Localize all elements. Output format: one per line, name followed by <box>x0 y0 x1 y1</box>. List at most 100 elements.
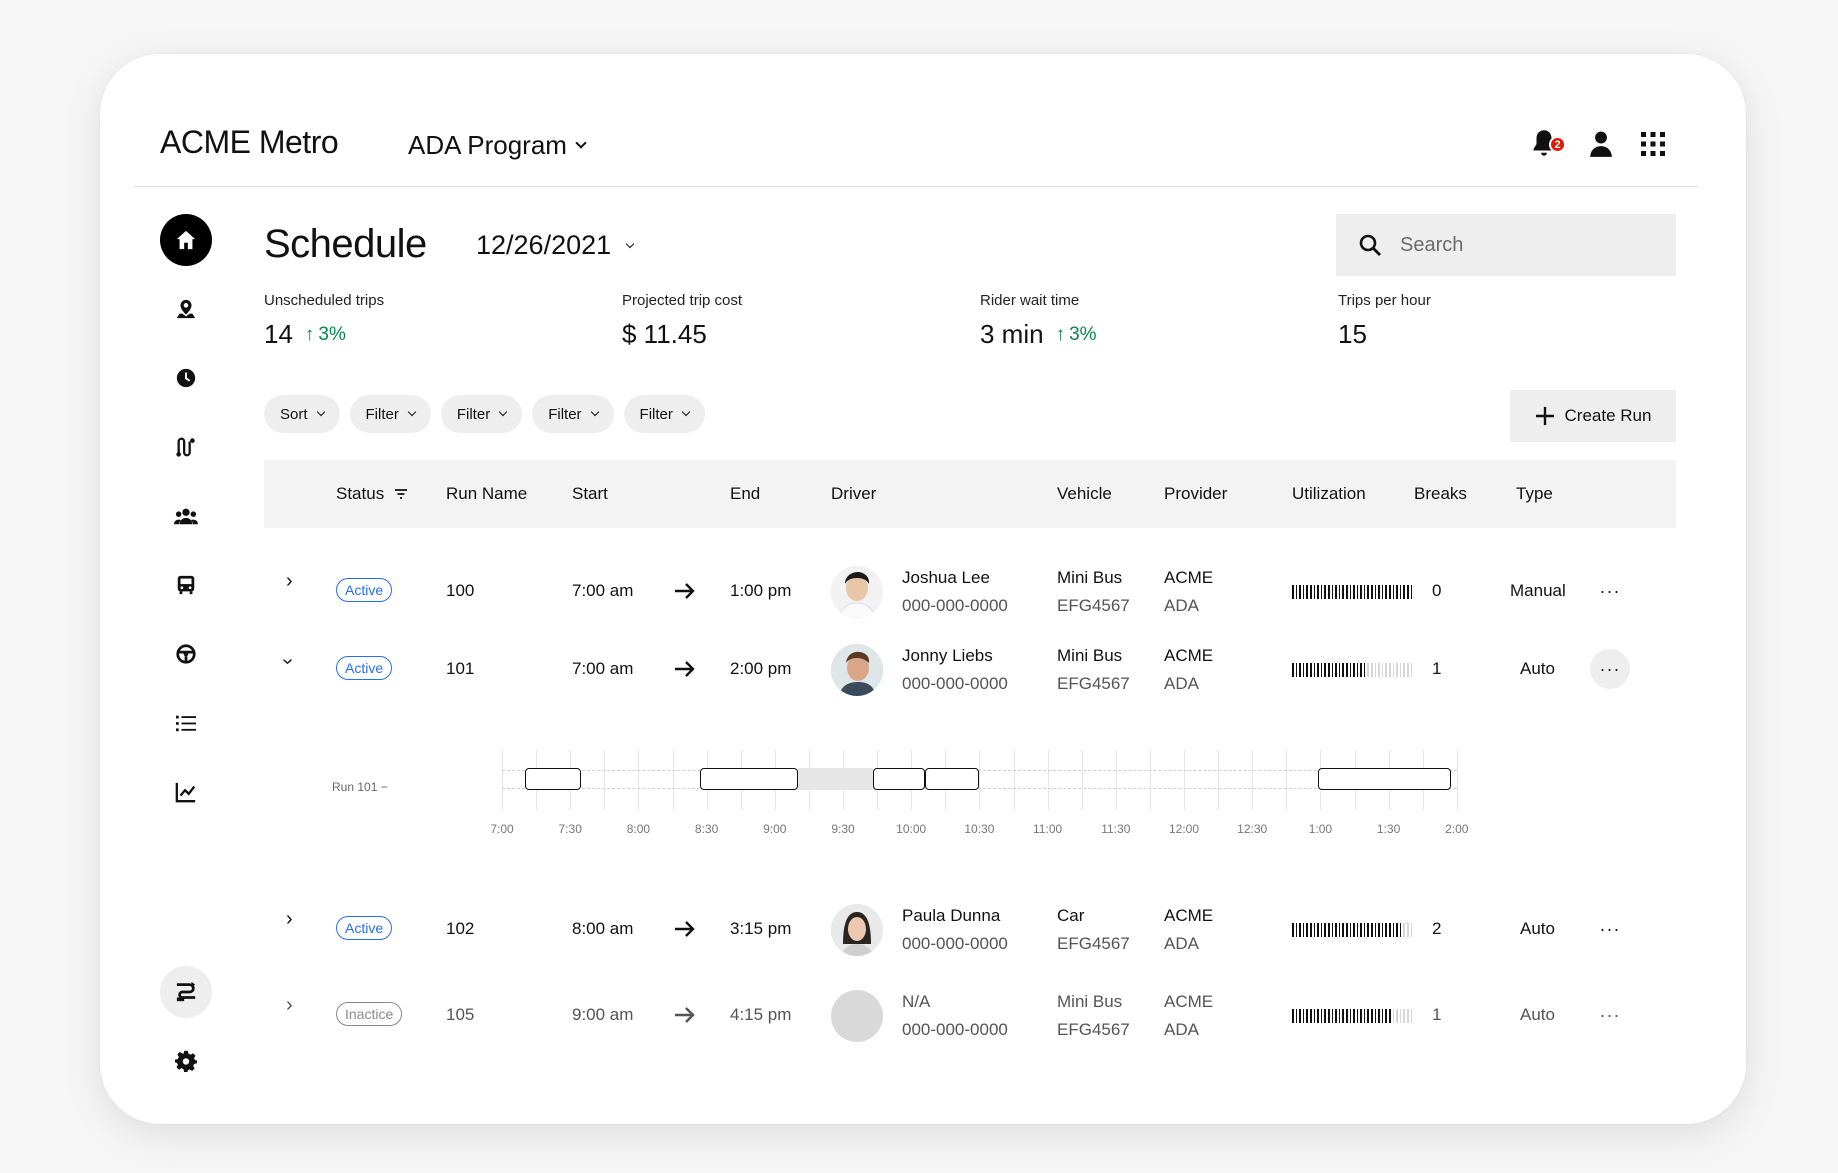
sidebar-item-riders[interactable] <box>160 490 212 542</box>
column-header-provider[interactable]: Provider <box>1164 484 1227 504</box>
search-box[interactable] <box>1336 214 1676 276</box>
column-header-driver[interactable]: Driver <box>831 484 876 504</box>
more-options-icon[interactable]: ··· <box>1590 909 1630 949</box>
sidebar-item-routes[interactable] <box>160 421 212 473</box>
sidebar-item-vehicles[interactable] <box>160 559 212 611</box>
stat-delta-value: 3% <box>1069 323 1097 345</box>
table-row[interactable]: › Active 102 8:00 am 3:15 pm Paula Dunna… <box>264 894 1676 966</box>
utilization-tick <box>1292 663 1294 677</box>
utilization-tick <box>1356 923 1359 937</box>
date-picker[interactable]: 12/26/2021 <box>476 230 635 261</box>
more-options-icon[interactable]: ··· <box>1590 995 1630 1035</box>
utilization-tick <box>1327 663 1330 677</box>
app-grid-icon[interactable] <box>1640 131 1666 157</box>
sidebar-item-clock[interactable] <box>160 352 212 404</box>
search-icon <box>1359 234 1381 256</box>
timeline-trip-block[interactable] <box>1317 768 1452 790</box>
table-row[interactable]: › Active 100 7:00 am 1:00 pm Joshua Lee … <box>264 556 1676 628</box>
chevron-right-icon[interactable]: › <box>286 908 293 931</box>
sidebar-item-map[interactable] <box>160 283 212 335</box>
stat-unscheduled-trips: Unscheduled trips 14 ↑ 3% <box>264 292 384 350</box>
column-header-run-name[interactable]: Run Name <box>446 484 527 504</box>
filter-button[interactable]: Filter <box>349 395 431 433</box>
timeline-tick-label: 11:30 <box>1101 822 1131 836</box>
end-time: 4:15 pm <box>730 1005 792 1024</box>
sidebar-item-home[interactable] <box>160 214 212 266</box>
utilization-tick <box>1410 923 1413 937</box>
timeline-trip-block[interactable] <box>924 768 980 790</box>
table-row[interactable]: › Inactice 105 9:00 am 4:15 pm N/A 000-0… <box>264 980 1676 1052</box>
start-time: 8:00 am <box>572 919 634 938</box>
driver-name[interactable]: Jonny Liebs <box>902 642 1008 670</box>
utilization-tick <box>1410 585 1413 599</box>
utilization-tick <box>1317 923 1319 937</box>
sidebar-item-dispatch[interactable] <box>160 966 212 1018</box>
filter-button[interactable]: Filter <box>623 395 705 433</box>
more-options-icon[interactable]: ··· <box>1590 571 1630 611</box>
gear-icon <box>175 1050 197 1072</box>
utilization-tick <box>1353 663 1355 677</box>
utilization-tick <box>1392 663 1395 677</box>
program-selector[interactable]: ADA Program <box>408 130 587 161</box>
run-type: Auto <box>1520 919 1555 938</box>
top-actions: 2 <box>1530 128 1666 160</box>
page-title: Schedule <box>264 222 427 266</box>
utilization-tick <box>1407 1009 1409 1023</box>
utilization-tick <box>1317 663 1319 677</box>
driver-name[interactable]: Joshua Lee <box>902 564 1008 592</box>
column-header-vehicle[interactable]: Vehicle <box>1057 484 1112 504</box>
timeline-trip-block[interactable] <box>873 768 925 790</box>
search-input[interactable] <box>1400 233 1640 257</box>
utilization-tick <box>1381 923 1384 937</box>
table-row[interactable]: › Active 101 7:00 am 2:00 pm Jonny Liebs… <box>264 634 1676 706</box>
column-header-end[interactable]: End <box>730 484 760 504</box>
brand-logo[interactable]: ACME Metro <box>160 124 339 161</box>
vehicle-info: Mini Bus EFG4567 <box>1057 642 1130 698</box>
driver-name[interactable]: Paula Dunna <box>902 902 1008 930</box>
timeline-trip-block[interactable] <box>699 768 798 790</box>
timeline-tick-label: 10:00 <box>896 822 927 836</box>
column-header-start[interactable]: Start <box>572 484 608 504</box>
sidebar-item-list[interactable] <box>160 697 212 749</box>
more-options-icon[interactable]: ··· <box>1590 649 1630 689</box>
sidebar-item-analytics[interactable] <box>160 766 212 818</box>
chevron-right-icon[interactable]: › <box>286 570 293 593</box>
chevron-right-icon[interactable]: › <box>286 994 293 1017</box>
timeline-trip-block[interactable] <box>525 768 582 790</box>
utilization-tick <box>1320 663 1323 677</box>
provider-info: ACME ADA <box>1164 564 1213 620</box>
create-run-button[interactable]: Create Run <box>1510 390 1676 442</box>
filter-button[interactable]: Filter <box>440 395 523 433</box>
utilization-tick <box>1295 585 1298 599</box>
utilization-tick <box>1342 1009 1344 1023</box>
sidebar-item-wheel[interactable] <box>160 628 212 680</box>
sidebar-item-settings[interactable] <box>160 1035 212 1087</box>
utilization-tick <box>1317 1009 1319 1023</box>
utilization-tick <box>1385 1009 1388 1023</box>
status-badge: Active <box>336 656 393 680</box>
utilization-tick <box>1360 585 1362 599</box>
timeline-grid-line <box>979 750 981 810</box>
notifications-button[interactable]: 2 <box>1530 128 1566 160</box>
dispatch-icon <box>176 981 196 1002</box>
filter-button[interactable]: Filter <box>532 395 614 433</box>
column-header-type[interactable]: Type <box>1516 484 1553 504</box>
column-header-breaks[interactable]: Breaks <box>1414 484 1467 504</box>
column-header-utilization[interactable]: Utilization <box>1292 484 1366 504</box>
utilization-tick <box>1295 1009 1298 1023</box>
vehicle-plate: EFG4567 <box>1057 1020 1130 1039</box>
utilization-tick <box>1374 923 1377 937</box>
sort-button[interactable]: Sort <box>264 395 340 433</box>
driver-phone: 000-000-0000 <box>902 596 1008 615</box>
utilization-tick <box>1396 585 1398 599</box>
user-icon[interactable] <box>1588 130 1614 158</box>
table-header: Status Run Name Start End Driver Vehicle… <box>264 460 1676 528</box>
utilization-tick <box>1327 923 1330 937</box>
timeline-lane-line <box>502 788 1457 789</box>
chevron-down-icon[interactable]: › <box>276 658 299 665</box>
column-header-status[interactable]: Status <box>336 484 408 504</box>
utilization-tick <box>1342 923 1344 937</box>
utilization-tick <box>1320 923 1323 937</box>
timeline-grid-line <box>1252 750 1254 810</box>
vehicle-plate: EFG4567 <box>1057 596 1130 615</box>
